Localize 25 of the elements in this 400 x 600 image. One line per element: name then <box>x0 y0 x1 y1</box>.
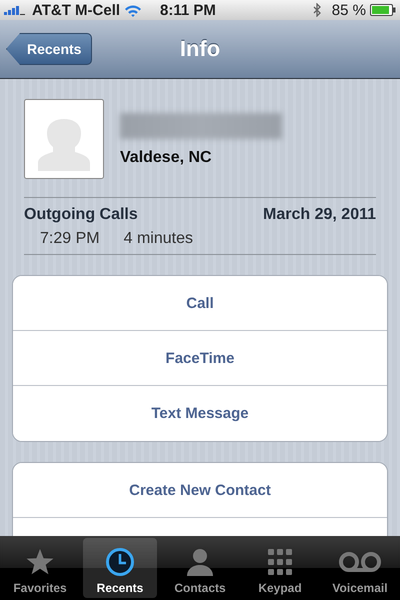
tab-keypad[interactable]: Keypad <box>243 538 317 598</box>
contact-location: Valdese, NC <box>120 149 213 167</box>
call-type: Outgoing Calls <box>24 206 138 224</box>
tab-favorites[interactable]: Favorites <box>3 538 77 598</box>
tab-contacts[interactable]: Contacts <box>163 538 237 598</box>
keypad-icon <box>265 547 295 577</box>
carrier-name: AT&T M-Cell <box>32 2 120 18</box>
screen-title: Info <box>180 36 220 62</box>
tab-voicemail[interactable]: Voicemail <box>323 538 397 598</box>
action-button[interactable]: Create New Contact <box>13 463 387 518</box>
bluetooth-icon <box>312 3 322 17</box>
call-duration: 4 minutes <box>124 230 193 248</box>
clock-icon <box>105 547 135 577</box>
tab-recents[interactable]: Recents <box>83 538 157 598</box>
back-button[interactable]: Recents <box>6 33 92 65</box>
star-icon <box>25 547 55 577</box>
call-time: 7:29 PM <box>40 230 100 248</box>
wifi-icon <box>124 4 142 16</box>
signal-icon <box>4 5 26 15</box>
battery-percent: 85 % <box>332 2 366 18</box>
action-button[interactable]: Call <box>13 276 387 331</box>
call-date: March 29, 2011 <box>263 206 376 224</box>
battery-icon <box>370 4 396 16</box>
clock-time: 8:11 PM <box>160 2 216 18</box>
person-icon <box>185 547 215 577</box>
